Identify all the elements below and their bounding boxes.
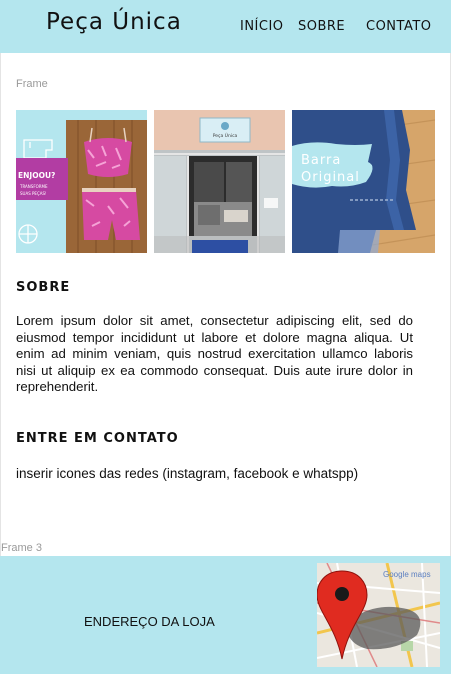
promo-line3: SUAS PEÇAS! <box>20 191 47 196</box>
sobre-heading: SOBRE <box>16 280 71 295</box>
site-footer: ENDEREÇO DA LOJA Google maps <box>0 556 451 674</box>
map-thumbnail[interactable]: Google maps <box>317 563 440 667</box>
store-sign: Peça Única <box>213 132 238 139</box>
frame-label: Frame <box>16 78 48 90</box>
nav-sobre[interactable]: SOBRE <box>298 19 345 34</box>
barra-line1: Barra <box>301 153 341 168</box>
map-brand: Google maps <box>383 570 431 579</box>
frame-label-footer: Frame 3 <box>1 542 42 554</box>
contato-heading: ENTRE EM CONTATO <box>16 431 179 446</box>
contato-social-placeholder: inserir icones das redes (instagram, fac… <box>16 466 359 481</box>
brand-logo[interactable]: Peça Única <box>46 9 182 35</box>
sobre-paragraph: Lorem ipsum dolor sit amet, consectetur … <box>16 313 413 394</box>
barra-line2: Original <box>301 170 360 185</box>
site-header: Peça Única INÍCIO SOBRE CONTATO <box>0 0 451 53</box>
gallery-image-barra-original[interactable]: Barra Original <box>292 110 435 253</box>
gallery-image-promo[interactable]: ENJOOU? TRANSFORME SUAS PEÇAS! <box>16 110 147 253</box>
store-address: ENDEREÇO DA LOJA <box>84 614 215 629</box>
promo-line2: TRANSFORME <box>19 184 48 189</box>
gallery-image-storefront[interactable]: Peça Única <box>154 110 285 253</box>
nav-inicio[interactable]: INÍCIO <box>240 19 284 34</box>
promo-line1: ENJOOU? <box>18 171 55 180</box>
nav-contato[interactable]: CONTATO <box>366 19 432 34</box>
